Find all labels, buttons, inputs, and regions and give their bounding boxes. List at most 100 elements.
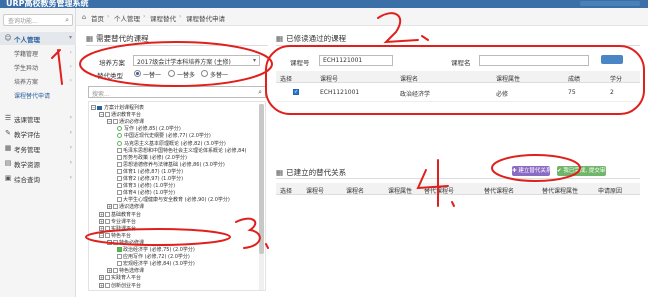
left-panel-title: ▦ 需要替代的课程	[86, 34, 149, 43]
query-button[interactable]	[601, 55, 623, 64]
radio-one-to-one[interactable]	[134, 70, 141, 77]
radio-one-to-many[interactable]	[168, 70, 175, 77]
node-checkbox[interactable]	[105, 211, 110, 217]
node-checkbox[interactable]	[117, 190, 122, 196]
expand-icon[interactable]: +	[107, 268, 112, 274]
course-no-input[interactable]: ECH1121001	[319, 55, 393, 66]
node-checkbox[interactable]	[117, 147, 122, 153]
breadcrumb: ⌂ 首页 › 个人管理 › 课程替代 › 课程替代申请	[76, 8, 648, 26]
expand-icon[interactable]: +	[99, 218, 104, 224]
chevron-right-icon: ›	[69, 49, 72, 56]
list-icon: ☰	[4, 114, 12, 122]
breadcrumb-personal[interactable]: 个人管理	[114, 13, 140, 23]
divider	[86, 45, 268, 46]
sidebar-subitem-plan[interactable]: 培养方案 ›	[0, 75, 76, 87]
tree-node-label: 形势与政策 (必修) (2.0学分)	[123, 154, 187, 161]
sidebar-subitem-substitution[interactable]: 课程替代申请	[0, 89, 76, 101]
sidebar-item-personal[interactable]: ☺ 个人管理 ▾	[0, 32, 76, 45]
tree-node-label: 中国近现代史纲要 (必修,77) (2.0学分)	[124, 133, 211, 140]
plan-select[interactable]: 2017级会计学本科培养方案 (主修) ▾	[133, 55, 260, 66]
sidebar-search-input[interactable]: 查询功能... ⌕	[3, 14, 73, 26]
tree-node-label: 通识教育平台	[111, 112, 142, 119]
book-icon: ▤	[4, 159, 12, 167]
sidebar-subitem-status[interactable]: 学籍管理 ›	[0, 47, 76, 59]
sidebar-item-course-selection[interactable]: ☰ 选课管理 ›	[0, 112, 76, 125]
home-icon[interactable]: ⌂	[82, 13, 86, 21]
tree-node-label: 通识必修课	[119, 119, 145, 126]
node-checkbox[interactable]	[105, 218, 110, 224]
collapse-icon[interactable]: −	[99, 232, 104, 238]
collapse-icon[interactable]: −	[91, 105, 96, 110]
sidebar-subitem-change[interactable]: 学生异动 ›	[0, 61, 76, 73]
search-icon: ⌕	[65, 16, 69, 24]
expand-icon[interactable]: +	[99, 282, 104, 288]
tree-node-label: 特色平台	[111, 232, 132, 239]
expand-icon[interactable]: +	[99, 225, 104, 231]
tree-node-label: 思想道德修养与法律基础 (必修,86) (3.0学分)	[123, 161, 225, 168]
node-checkbox[interactable]	[113, 204, 118, 210]
breadcrumb-home[interactable]: 首页	[91, 13, 104, 23]
node-checkbox[interactable]	[117, 154, 122, 160]
collapse-icon[interactable]: −	[99, 112, 104, 118]
sidebar: 查询功能... ⌕ ☺ 个人管理 ▾ 学籍管理 › 学生异动 › 培养方案 › …	[0, 8, 76, 297]
tree-search-input[interactable]: 搜索... ⌕	[88, 86, 266, 98]
node-checkbox[interactable]	[117, 261, 122, 267]
collapse-icon[interactable]: −	[107, 239, 112, 245]
status-circle-icon	[117, 133, 122, 139]
course-name-input[interactable]	[479, 55, 589, 66]
build-relation-button[interactable]: ✚ 建立替代关系	[512, 166, 551, 176]
tree-node[interactable]: + 创新创业平台	[99, 282, 141, 290]
breadcrumb-substitution[interactable]: 课程替代	[150, 13, 176, 23]
scrollbar-thumb[interactable]	[259, 104, 264, 254]
node-checkbox[interactable]	[105, 225, 110, 231]
node-checkbox[interactable]	[105, 282, 110, 288]
sidebar-item-resources[interactable]: ▤ 教学资源 ›	[0, 157, 76, 170]
tree-node-label: 特色选修课	[119, 268, 145, 275]
sidebar-item-query[interactable]: ▣ 综合查询 ›	[0, 172, 76, 185]
tree-node-label: 政治经济学 (必修,75) (2.0学分)	[123, 247, 195, 253]
node-checkbox[interactable]	[113, 268, 118, 274]
node-checkbox[interactable]	[105, 112, 110, 118]
user-icon: ☺	[4, 34, 12, 42]
node-checkbox[interactable]	[117, 254, 122, 260]
expand-icon[interactable]: +	[99, 211, 104, 217]
node-checkbox[interactable]	[117, 161, 122, 167]
sidebar-item-exams[interactable]: ▦ 考务管理 ›	[0, 142, 76, 155]
node-checkbox[interactable]	[117, 247, 122, 252]
table-icon: ▦	[86, 34, 94, 43]
status-circle-icon	[117, 140, 122, 146]
submit-approval-button[interactable]: ✔ 我已完成, 提交审批	[557, 166, 611, 176]
tree-node-label: 体育2 (必修,97) (1.0学分)	[123, 176, 184, 182]
node-checkbox[interactable]	[117, 176, 122, 181]
expand-icon[interactable]: +	[99, 275, 104, 281]
user-menu[interactable]	[580, 1, 640, 6]
tree-node-label: 毛泽东思想和中国特色社会主义理论体系概论 (必修,84)	[123, 147, 247, 154]
sidebar-item-evaluation[interactable]: ✎ 教学评估 ›	[0, 127, 76, 140]
search-placeholder: 查询功能...	[8, 18, 38, 25]
status-circle-icon	[117, 126, 122, 132]
node-checkbox[interactable]	[113, 119, 118, 125]
tree-node-label: 体育1 (必修,87) (1.0学分)	[123, 168, 184, 175]
tree-node-label: 写作 (必修,85) (2.0学分)	[124, 126, 181, 133]
relations-table-header: 选择 课程号 课程名 课程属性 替代课程号 替代课程名 替代课程属性 申请原因	[276, 183, 640, 195]
course-name-label: 课程名	[451, 59, 471, 67]
node-checkbox[interactable]	[105, 275, 110, 281]
tree-node-label: 实践课平台	[111, 225, 137, 232]
tree-node-label: 体育4 (必修) (1.0学分)	[123, 190, 176, 197]
divider	[276, 178, 640, 179]
row-checkbox[interactable]: ✓	[293, 89, 299, 95]
divider	[276, 101, 640, 102]
radio-many-to-one[interactable]	[201, 70, 208, 77]
collapse-icon[interactable]: −	[107, 119, 112, 125]
expand-icon[interactable]: +	[107, 204, 112, 210]
tree-node-label: 创新创业平台	[111, 282, 142, 289]
tree-node-label: 基础教育平台	[111, 211, 142, 218]
node-checkbox[interactable]	[117, 168, 122, 174]
tree-node-label: 特色必修课	[119, 239, 145, 246]
breadcrumb-current: 课程替代申请	[186, 15, 225, 23]
node-checkbox[interactable]	[105, 232, 110, 238]
node-checkbox[interactable]	[113, 239, 118, 245]
node-checkbox[interactable]	[117, 197, 122, 203]
chevron-right-icon: ›	[69, 63, 72, 70]
node-checkbox[interactable]	[117, 183, 122, 189]
